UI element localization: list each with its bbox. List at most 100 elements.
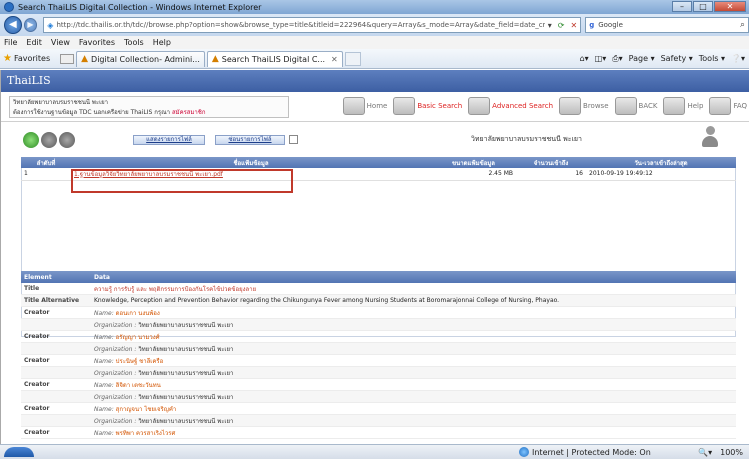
close-tab-icon[interactable]: ✕ [331, 55, 338, 64]
metadata-text[interactable]: ดอนเกา นงนพ้อง [116, 310, 160, 317]
ie-logo-icon [4, 2, 14, 12]
metadata-text[interactable]: พรทิพา ควรสาเริงไวรศ [116, 430, 176, 437]
zoom-control[interactable]: 🔍▾ 100% [679, 448, 749, 457]
metadata-value: Organization : วิทยาลัยพยาบาลบรมราชชนนี … [91, 344, 736, 354]
nav-help[interactable]: Help [663, 97, 703, 115]
print-icon[interactable]: ⎙▾ [612, 54, 622, 64]
url-text: http://tdc.thailis.or.th/tdc//browse.php… [56, 21, 545, 29]
file-last-access: 2010-09-19 19:49:12 [586, 168, 736, 181]
col-data: Data [94, 273, 110, 281]
page-icon: ◈ [47, 20, 54, 30]
metadata-row: Organization : วิทยาลัยพยาบาลบรมราชชนนี … [21, 319, 736, 331]
nav-browse[interactable]: Browse [559, 97, 609, 115]
security-zone[interactable]: Internet | Protected Mode: On [519, 447, 679, 457]
print-icon[interactable] [41, 132, 57, 148]
menu-file[interactable]: File [4, 38, 17, 47]
metadata-label: Name: [94, 357, 114, 365]
metadata-label: Organization : [94, 321, 137, 329]
back-button[interactable]: ◀ [4, 16, 22, 34]
safety-menu[interactable]: Safety ▾ [661, 54, 693, 63]
search-icon[interactable]: ⌕ [740, 20, 745, 30]
nav-back[interactable]: BACK [614, 97, 657, 115]
favorites-star-icon[interactable]: ★ [3, 53, 12, 64]
dropdown-icon[interactable]: ▾ [545, 21, 555, 30]
site-logo[interactable]: ThaiLIS [7, 74, 51, 87]
metadata-label: Organization : [94, 345, 137, 353]
url-input[interactable]: ◈ http://tdc.thailis.or.th/tdc//browse.p… [43, 17, 582, 33]
metadata-row: Creator Name: ประนิษฐ์ ชาลีเครือ [21, 355, 736, 367]
window-title-bar: Search ThaiLIS Digital Collection - Wind… [0, 0, 749, 14]
metadata-text[interactable]: ลิจิดา เตชะวันทน [116, 382, 161, 389]
quick-tabs-icon[interactable] [60, 53, 75, 64]
col-filename: ชื่อแฟ้มข้อมูล [71, 157, 431, 168]
menu-view[interactable]: View [51, 38, 70, 47]
refresh-icon[interactable] [23, 132, 39, 148]
col-number: ลำดับที่ [21, 157, 71, 168]
search-input[interactable]: g Google ⌕ [585, 17, 749, 33]
favorites-bar: ★ Favorites ▲ Digital Collection- Admini… [0, 49, 749, 69]
hide-files-button[interactable]: ซ่อนรายการไฟล์ [215, 135, 285, 145]
forward-button[interactable]: ▶ [23, 18, 38, 32]
organization-name: วิทยาลัยพยาบาลบรมราชชนนี พะเยา [13, 99, 109, 106]
register-notice: ต้องการใช้งานฐานข้อมูล TDC นอกเครือข่าย … [13, 109, 206, 116]
home-icon[interactable]: ⌂▾ [580, 54, 589, 63]
advanced-search-icon [468, 97, 491, 115]
file-number: 1 [21, 168, 71, 181]
help-icon [663, 97, 686, 115]
window-title: Search ThaiLIS Digital Collection - Wind… [18, 2, 262, 12]
site-nav: Home Basic Search Advanced Search Browse… [339, 97, 747, 115]
zoom-level: 100% [720, 447, 743, 457]
metadata-label: Name: [94, 333, 114, 341]
show-files-button[interactable]: แสดงรายการไฟล์ [133, 135, 205, 145]
address-bar: ◀ ▶ ◈ http://tdc.thailis.or.th/tdc//brow… [0, 14, 749, 36]
maximize-icon[interactable]: □ [693, 1, 713, 12]
site-header: ThaiLIS [1, 70, 749, 92]
metadata-row: Title ความรู้ การรับรู้ และ พฤติกรรมการป้… [21, 283, 736, 295]
menu-tools[interactable]: Tools [124, 38, 144, 47]
minimize-icon[interactable]: – [672, 1, 692, 12]
metadata-value: Organization : วิทยาลัยพยาบาลบรมราชชนนี … [91, 320, 736, 330]
menu-help[interactable]: Help [153, 38, 171, 47]
metadata-value: Name: อรัญญา นามวงศ์ [91, 332, 736, 342]
metadata-text[interactable]: ประนิษฐ์ ชาลีเครือ [116, 358, 164, 365]
metadata-table: Element Data Title ความรู้ การรับรู้ และ … [21, 271, 736, 439]
register-link[interactable]: สมัครสมาชิก [172, 109, 206, 116]
metadata-element: Creator [24, 357, 50, 364]
stop-icon[interactable]: ✕ [568, 21, 581, 30]
nav-home[interactable]: Home [342, 97, 387, 115]
menu-favorites[interactable]: Favorites [79, 38, 115, 47]
metadata-text[interactable]: สุกาญจนา ไชยเจริญคำ [116, 406, 177, 413]
tab-label: Search ThaiLIS Digital C... [221, 54, 326, 64]
metadata-row: Creator Name: ดอนเกา นงนพ้อง [21, 307, 736, 319]
metadata-text[interactable]: อรัญญา นามวงศ์ [116, 334, 160, 341]
tab-label: Digital Collection- Admini... [91, 54, 200, 64]
metadata-row: Creator Name: พรทิพา ควรสาเริงไวรศ [21, 427, 736, 439]
metadata-text: Knowledge, Perception and Prevention Beh… [94, 297, 560, 304]
help-icon[interactable]: ❔▾ [731, 54, 745, 63]
metadata-element: Creator [24, 429, 50, 436]
metadata-row: Creator Name: สุกาญจนา ไชยเจริญคำ [21, 403, 736, 415]
select-checkbox[interactable] [289, 135, 298, 144]
nav-basic-search[interactable]: Basic Search [393, 97, 462, 115]
organization-box: วิทยาลัยพยาบาลบรมราชชนนี พะเยา ต้องการใช… [9, 96, 289, 118]
refresh-icon[interactable]: ⟳ [555, 21, 568, 30]
page-menu[interactable]: Page ▾ [629, 54, 655, 63]
metadata-element: Title [24, 285, 40, 292]
tab-search-thailis[interactable]: ▲ Search ThaiLIS Digital C... ✕ [206, 50, 343, 67]
metadata-row: Title Alternative Knowledge, Perception a… [21, 295, 736, 307]
nav-faq[interactable]: FAQ [709, 97, 747, 115]
tab-digital-collection[interactable]: ▲ Digital Collection- Admini... [76, 50, 205, 67]
metadata-text: วิทยาลัยพยาบาลบรมราชชนนี พะเยา [138, 321, 234, 329]
nav-advanced-search[interactable]: Advanced Search [468, 97, 553, 115]
save-icon[interactable] [59, 132, 75, 148]
favorites-button[interactable]: Favorites [14, 54, 50, 63]
menu-edit[interactable]: Edit [26, 38, 42, 47]
metadata-element: Title Alternative [24, 297, 80, 304]
close-icon[interactable]: ✕ [714, 1, 746, 12]
metadata-row: Organization : วิทยาลัยพยาบาลบรมราชชนนี … [21, 343, 736, 355]
col-last-access: วัน-เวลาเข้าถึงล่าสุด [586, 157, 736, 168]
new-tab-button[interactable] [344, 51, 361, 66]
metadata-element: Creator [24, 333, 50, 340]
feeds-icon[interactable]: ◫▾ [595, 54, 607, 63]
tools-menu[interactable]: Tools ▾ [699, 54, 725, 63]
